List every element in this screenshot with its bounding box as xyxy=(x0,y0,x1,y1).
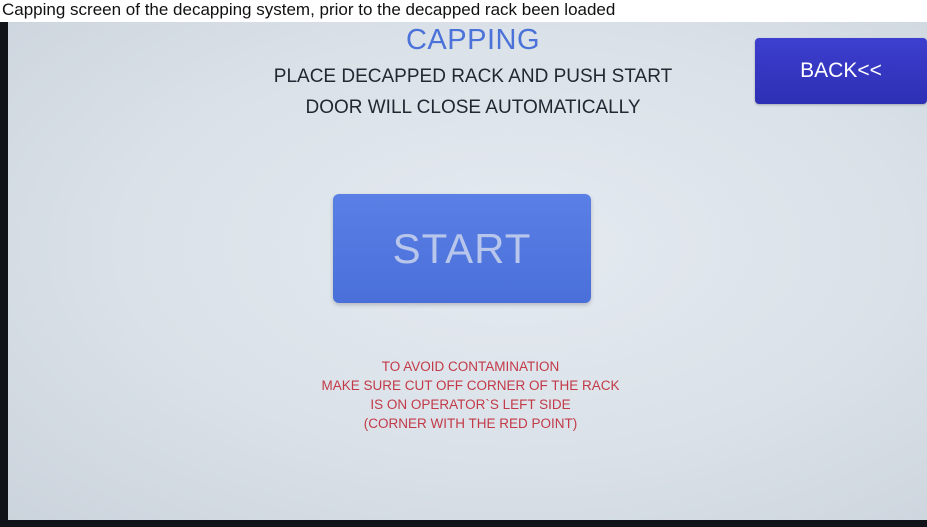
start-button[interactable]: START xyxy=(333,194,591,303)
warning-line-2: MAKE SURE CUT OFF CORNER OF THE RACK xyxy=(321,378,620,393)
image-caption: Capping screen of the decapping system, … xyxy=(0,0,927,22)
touchscreen-display: CAPPING PLACE DECAPPED RACK AND PUSH STA… xyxy=(8,22,927,520)
warning-line-1: TO AVOID CONTAMINATION xyxy=(381,359,560,374)
back-button[interactable]: BACK<< xyxy=(755,38,927,104)
screen-photo: CAPPING PLACE DECAPPED RACK AND PUSH STA… xyxy=(0,22,927,527)
warning-line-4: (CORNER WITH THE RED POINT) xyxy=(363,416,578,431)
warning-line-3: IS ON OPERATOR`S LEFT SIDE xyxy=(370,397,571,412)
